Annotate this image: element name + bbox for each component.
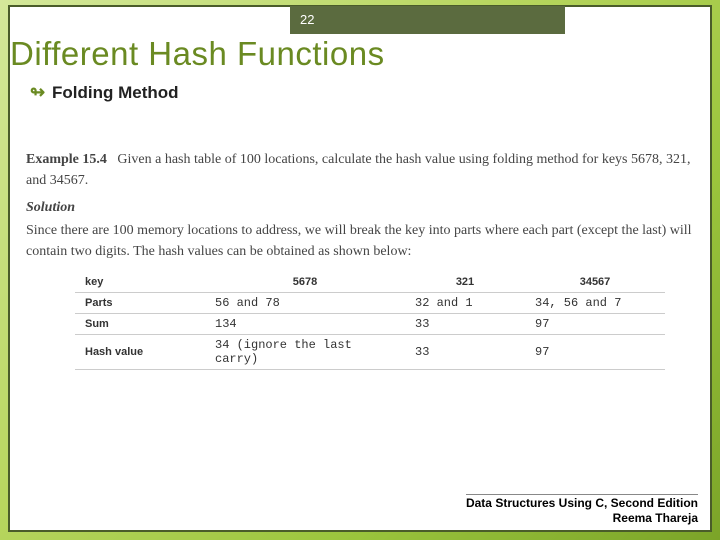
hash-table: key 5678 321 34567 Parts 56 and 78 32 an… (75, 272, 665, 370)
cell: 56 and 78 (205, 292, 405, 313)
swirl-bullet-icon: ↬ (30, 85, 46, 101)
cell: 33 (405, 334, 525, 369)
row-label-parts: Parts (75, 292, 205, 313)
th-34567: 34567 (525, 272, 665, 292)
cell: 97 (525, 334, 665, 369)
page-number-box: 22 (290, 6, 565, 34)
page-number: 22 (300, 12, 314, 27)
example-block: Example 15.4 Given a hash table of 100 l… (26, 147, 694, 262)
example-text: Given a hash table of 100 locations, cal… (26, 152, 690, 188)
cell: 97 (525, 313, 665, 334)
footer: Data Structures Using C, Second Edition … (466, 494, 698, 526)
cell: 34 (ignore the last carry) (205, 334, 405, 369)
cell: 134 (205, 313, 405, 334)
cell: 34, 56 and 7 (525, 292, 665, 313)
row-label-sum: Sum (75, 313, 205, 334)
table-row: Parts 56 and 78 32 and 1 34, 56 and 7 (75, 292, 665, 313)
solution-label: Solution (26, 197, 694, 218)
slide-frame: 22 Different Hash Functions ↬ Folding Me… (8, 5, 712, 532)
th-key: key (75, 272, 205, 292)
slide-title: Different Hash Functions (10, 35, 385, 73)
cell: 32 and 1 (405, 292, 525, 313)
th-5678: 5678 (205, 272, 405, 292)
cell: 33 (405, 313, 525, 334)
solution-text: Since there are 100 memory locations to … (26, 220, 694, 262)
example-label: Example 15.4 (26, 152, 107, 167)
footer-book-title: Data Structures Using C, Second Edition (466, 494, 698, 511)
table-row: Sum 134 33 97 (75, 313, 665, 334)
example-prompt: Example 15.4 Given a hash table of 100 l… (26, 149, 694, 191)
th-321: 321 (405, 272, 525, 292)
table-header-row: key 5678 321 34567 (75, 272, 665, 292)
footer-author: Reema Thareja (613, 511, 698, 525)
bullet-item: ↬ Folding Method (30, 83, 179, 103)
table-row: Hash value 34 (ignore the last carry) 33… (75, 334, 665, 369)
bullet-text: Folding Method (52, 83, 179, 103)
row-label-hash: Hash value (75, 334, 205, 369)
